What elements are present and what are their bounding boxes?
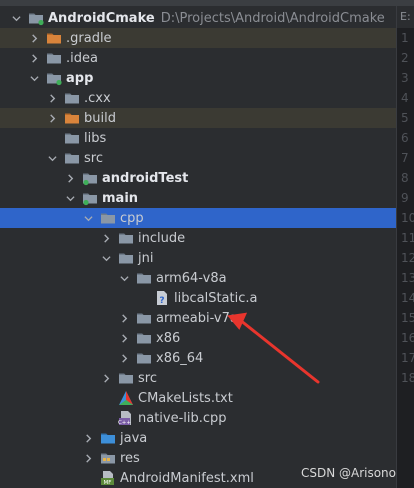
red-arrow-annotation [227,312,320,384]
watermark: CSDN @Arisono [300,466,396,480]
